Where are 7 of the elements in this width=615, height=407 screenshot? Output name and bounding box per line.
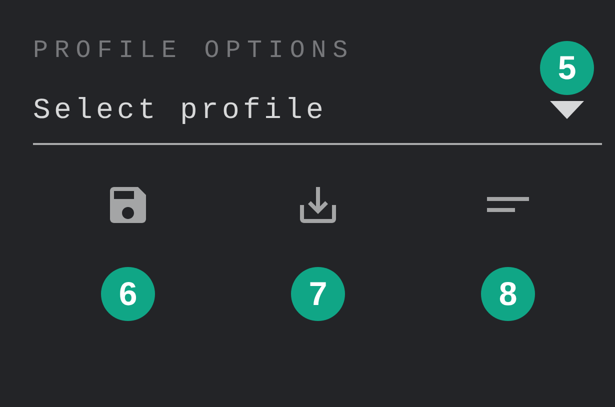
number-badge: 7 — [291, 267, 345, 321]
section-title: PROFILE OPTIONS — [33, 36, 354, 66]
caret-icon — [550, 101, 584, 119]
sort-icon — [487, 195, 529, 215]
number-badge: 5 — [540, 41, 594, 95]
number-badge: 8 — [481, 267, 535, 321]
number-badge: 6 — [101, 267, 155, 321]
